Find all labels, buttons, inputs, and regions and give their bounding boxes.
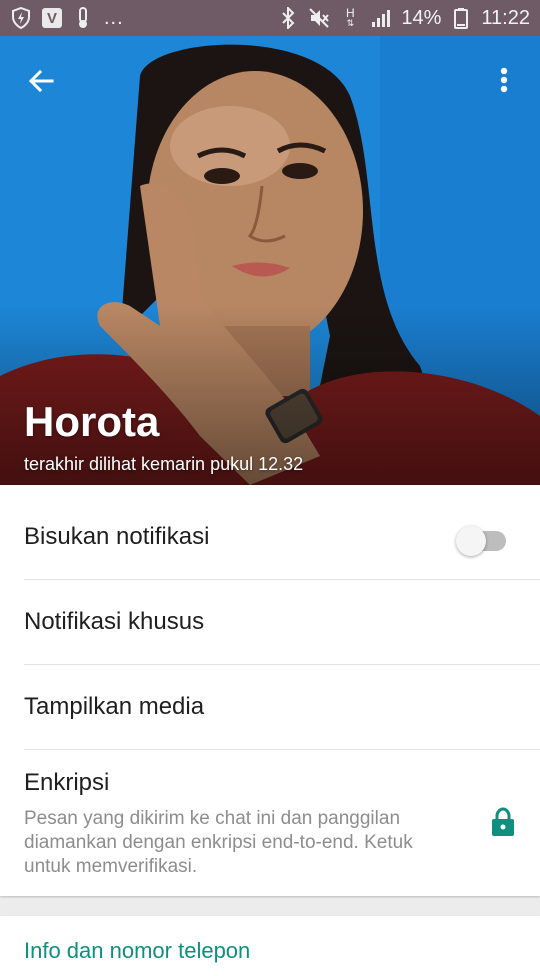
battery-icon [450,7,472,29]
signal-icon [370,7,392,29]
network-arrows: ⇅ [346,18,355,28]
last-seen-status: terakhir dilihat kemarin pukul 12.32 [24,454,304,474]
toggle-thumb [456,526,486,556]
thermometer-icon [72,7,94,29]
lock-icon [490,807,516,837]
settings-card: Bisukan notifikasi Notifikasi khusus Tam… [0,485,540,896]
more-vert-icon [500,67,508,93]
info-section-title: Info dan nomor telepon [24,938,251,963]
show-media-label: Tampilkan media [24,693,205,720]
shield-icon [10,7,32,29]
network-type-label: H [346,6,355,20]
mute-icon [308,7,330,29]
custom-notifications-label: Notifikasi khusus [24,608,205,635]
encryption-row[interactable]: Enkripsi Pesan yang dikirim ke chat ini … [24,769,514,879]
more-options-button[interactable] [484,62,524,102]
status-bar: V ... H ⇅ 14% 11:22 [0,0,540,36]
encryption-description: Pesan yang dikirim ke chat ini dan pangg… [24,808,413,877]
encryption-title: Enkripsi [24,769,110,796]
info-card: Info dan nomor telepon [0,916,540,976]
status-overflow-dots: ... [104,6,124,29]
show-media-row[interactable]: Tampilkan media [24,665,540,750]
mute-notifications-toggle[interactable] [456,526,506,556]
back-button[interactable] [22,62,62,102]
battery-percent: 14% [401,6,442,29]
mute-notifications-label: Bisukan notifikasi [24,523,210,550]
profile-photo-header[interactable]: Horota terakhir dilihat kemarin pukul 12… [0,36,540,485]
v-app-icon: V [42,8,62,28]
bluetooth-icon [277,7,299,29]
network-h-icon: H ⇅ [339,7,361,29]
clock: 11:22 [481,6,530,29]
contact-name: Horota [24,398,160,445]
custom-notifications-row[interactable]: Notifikasi khusus [24,580,540,665]
arrow-back-icon [28,69,54,93]
